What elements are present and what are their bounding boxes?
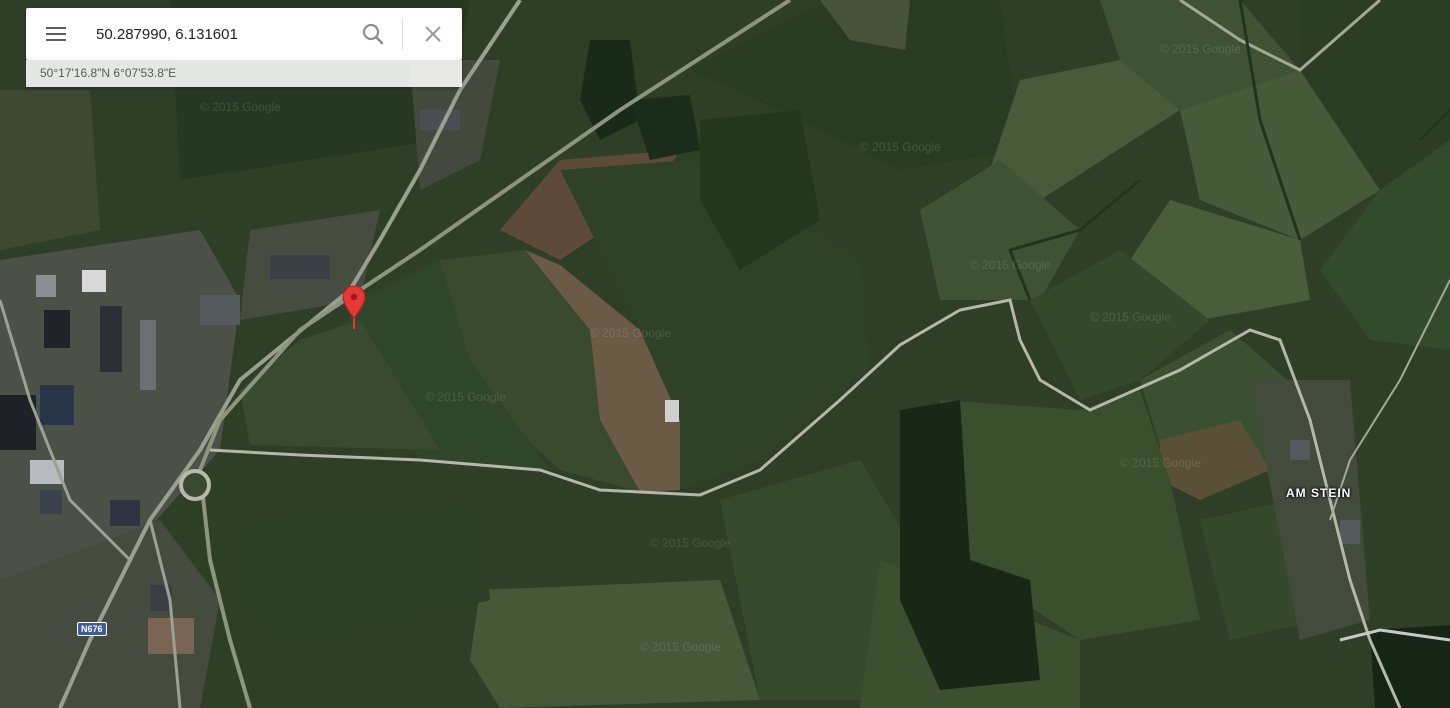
close-icon xyxy=(425,26,441,42)
menu-icon xyxy=(46,33,66,35)
map-watermark: © 2015 Google xyxy=(860,140,941,154)
map-watermark: © 2015 Google xyxy=(640,640,721,654)
search-divider xyxy=(402,18,403,50)
map-watermark: © 2015 Google xyxy=(1120,456,1201,470)
map-watermark: © 2015 Google xyxy=(1160,42,1241,56)
place-label-am-stein: AM STEIN xyxy=(1286,486,1352,500)
search-icon xyxy=(362,23,384,45)
map-watermark: © 2015 Google xyxy=(650,536,731,550)
coordinates-dms-text: 50°17'16.8"N 6°07'53.8"E xyxy=(40,66,177,80)
location-marker[interactable] xyxy=(341,284,367,332)
map-watermark: © 2015 Google xyxy=(200,100,281,114)
search-box xyxy=(26,8,462,60)
search-button[interactable] xyxy=(360,21,386,47)
map-pin-icon xyxy=(342,285,366,329)
field xyxy=(0,90,100,250)
route-shield: N676 xyxy=(77,622,107,636)
map-watermark: © 2015 Google xyxy=(970,258,1051,272)
coordinates-dms-bar: 50°17'16.8"N 6°07'53.8"E xyxy=(26,60,462,87)
map-watermark: © 2015 Google xyxy=(425,390,506,404)
map-watermark: © 2015 Google xyxy=(1090,310,1171,324)
roundabout xyxy=(179,469,211,501)
menu-button[interactable] xyxy=(44,24,68,44)
menu-icon xyxy=(46,27,66,29)
menu-icon xyxy=(46,39,66,41)
search-input[interactable] xyxy=(96,22,346,46)
map-watermark: © 2015 Google xyxy=(590,326,671,340)
close-button[interactable] xyxy=(420,21,446,47)
